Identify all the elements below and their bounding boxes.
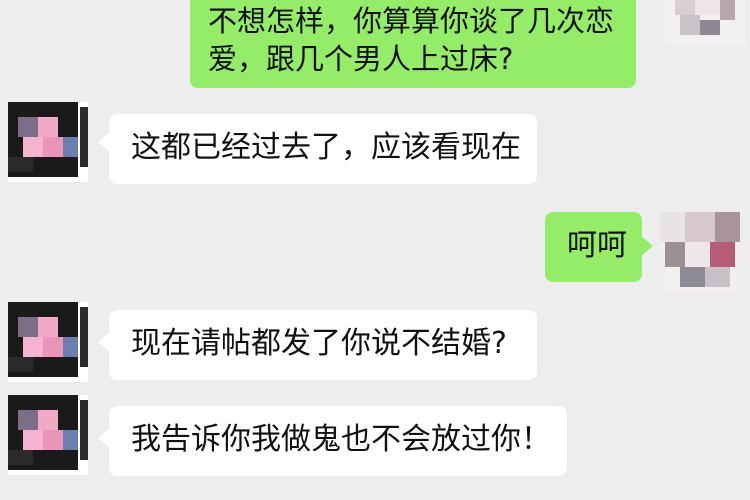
chat-thread: 不想怎样，你算算你谈了几次恋 爱，跟几个男人上过床? 这都已经过去了，应该看现在 [0,0,750,500]
message-text: 现在请帖都发了你说不结婚? [131,326,507,361]
message-text: 这都已经过去了，应该看现在 [131,130,521,165]
contact-avatar-image [8,395,88,475]
self-avatar[interactable] [660,212,740,292]
message-bubble-outgoing[interactable]: 不想怎样，你算算你谈了几次恋 爱，跟几个男人上过床? [190,0,636,88]
message-text-line: 不想怎样，你算算你谈了几次恋 [208,4,615,38]
message-bubble-outgoing[interactable]: 呵呵 [545,212,642,282]
contact-avatar-image [8,302,88,382]
self-avatar-image [665,0,745,45]
message-text: 我告诉你我做鬼也不会放过你！ [131,422,551,457]
self-avatar[interactable] [665,0,745,45]
contact-avatar[interactable] [8,102,88,182]
message-bubble-incoming[interactable]: 我告诉你我做鬼也不会放过你！ [109,406,567,476]
message-text: 呵呵 [567,228,627,263]
self-avatar-image [660,212,740,292]
message-text-line: 爱，跟几个男人上过床? [208,42,514,76]
message-bubble-incoming[interactable]: 现在请帖都发了你说不结婚? [109,310,537,380]
contact-avatar[interactable] [8,302,88,382]
contact-avatar-image [8,102,88,182]
message-bubble-incoming[interactable]: 这都已经过去了，应该看现在 [109,114,537,184]
contact-avatar[interactable] [8,395,88,475]
bubble-tail [641,236,653,256]
